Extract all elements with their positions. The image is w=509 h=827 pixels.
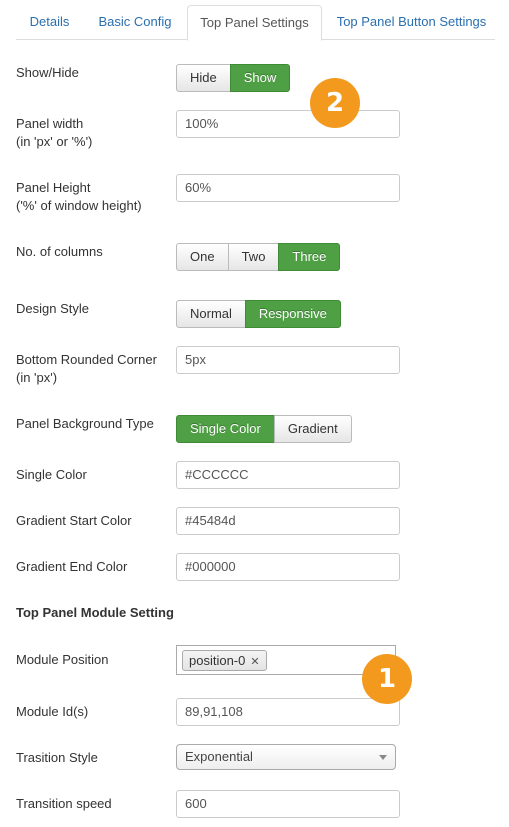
tab-top-panel-button-settings[interactable]: Top Panel Button Settings bbox=[324, 5, 499, 40]
hide-button[interactable]: Hide bbox=[176, 64, 231, 92]
design-style-toggle: Normal Responsive bbox=[176, 300, 341, 328]
transition-style-select[interactable]: Exponential bbox=[176, 744, 396, 770]
design-responsive-button[interactable]: Responsive bbox=[244, 300, 341, 328]
show-hide-label: Show/Hide bbox=[16, 65, 79, 80]
panel-height-label: Panel Height ('%' of window height) bbox=[16, 179, 142, 215]
gradient-end-input[interactable]: #000000 bbox=[176, 553, 400, 581]
columns-label: No. of columns bbox=[16, 244, 103, 259]
callout-badge-2: 2 bbox=[310, 78, 360, 128]
panel-height-sublabel: ('%' of window height) bbox=[16, 198, 142, 213]
columns-two-button[interactable]: Two bbox=[227, 243, 280, 271]
module-position-label: Module Position bbox=[16, 652, 109, 667]
columns-toggle: One Two Three bbox=[176, 243, 341, 271]
bottom-corner-label-text: Bottom Rounded Corner bbox=[16, 352, 157, 367]
bottom-corner-label: Bottom Rounded Corner (in 'px') bbox=[16, 351, 157, 387]
position-chip-label: position-0 bbox=[189, 653, 246, 668]
gradient-end-label: Gradient End Color bbox=[16, 559, 128, 574]
transition-style-value: Exponential bbox=[185, 749, 253, 764]
bg-single-color-button[interactable]: Single Color bbox=[176, 415, 275, 443]
settings-tabs: Details Basic Config Top Panel Settings … bbox=[16, 5, 495, 41]
single-color-input[interactable]: #CCCCCC bbox=[176, 461, 400, 489]
transition-speed-label: Transition speed bbox=[16, 796, 112, 811]
gradient-start-input[interactable]: #45484d bbox=[176, 507, 400, 535]
module-ids-label: Module Id(s) bbox=[16, 704, 89, 719]
position-chip: position-0 ✕ bbox=[182, 650, 267, 671]
design-normal-button[interactable]: Normal bbox=[176, 300, 246, 328]
tab-basic-config[interactable]: Basic Config bbox=[83, 5, 187, 40]
bottom-corner-input[interactable]: 5px bbox=[176, 346, 400, 374]
module-ids-input[interactable]: 89,91,108 bbox=[176, 698, 400, 726]
bg-type-label: Panel Background Type bbox=[16, 416, 154, 431]
transition-speed-input[interactable]: 600 bbox=[176, 790, 400, 818]
callout-badge-1: 1 bbox=[362, 654, 412, 704]
tab-details[interactable]: Details bbox=[16, 5, 83, 40]
panel-width-input[interactable]: 100% bbox=[176, 110, 400, 138]
panel-height-input[interactable]: 60% bbox=[176, 174, 400, 202]
show-hide-toggle: Hide Show bbox=[176, 64, 291, 92]
transition-style-label: Trasition Style bbox=[16, 750, 98, 765]
bg-type-toggle: Single Color Gradient bbox=[176, 415, 352, 443]
bottom-corner-sublabel: (in 'px') bbox=[16, 370, 58, 385]
dropdown-arrow-icon bbox=[379, 755, 387, 760]
panel-width-label: Panel width (in 'px' or '%') bbox=[16, 115, 92, 151]
module-section-title: Top Panel Module Setting bbox=[16, 605, 174, 620]
gradient-start-label: Gradient Start Color bbox=[16, 513, 132, 528]
single-color-label: Single Color bbox=[16, 467, 87, 482]
columns-three-button[interactable]: Three bbox=[278, 243, 341, 271]
panel-width-label-text: Panel width bbox=[16, 116, 84, 131]
chip-remove-icon[interactable]: ✕ bbox=[250, 656, 259, 668]
panel-height-label-text: Panel Height bbox=[16, 180, 91, 195]
design-style-label: Design Style bbox=[16, 301, 89, 316]
show-button[interactable]: Show bbox=[229, 64, 291, 92]
bg-gradient-button[interactable]: Gradient bbox=[273, 415, 352, 443]
tab-top-panel-settings[interactable]: Top Panel Settings bbox=[187, 5, 322, 41]
panel-width-sublabel: (in 'px' or '%') bbox=[16, 134, 93, 149]
columns-one-button[interactable]: One bbox=[176, 243, 229, 271]
